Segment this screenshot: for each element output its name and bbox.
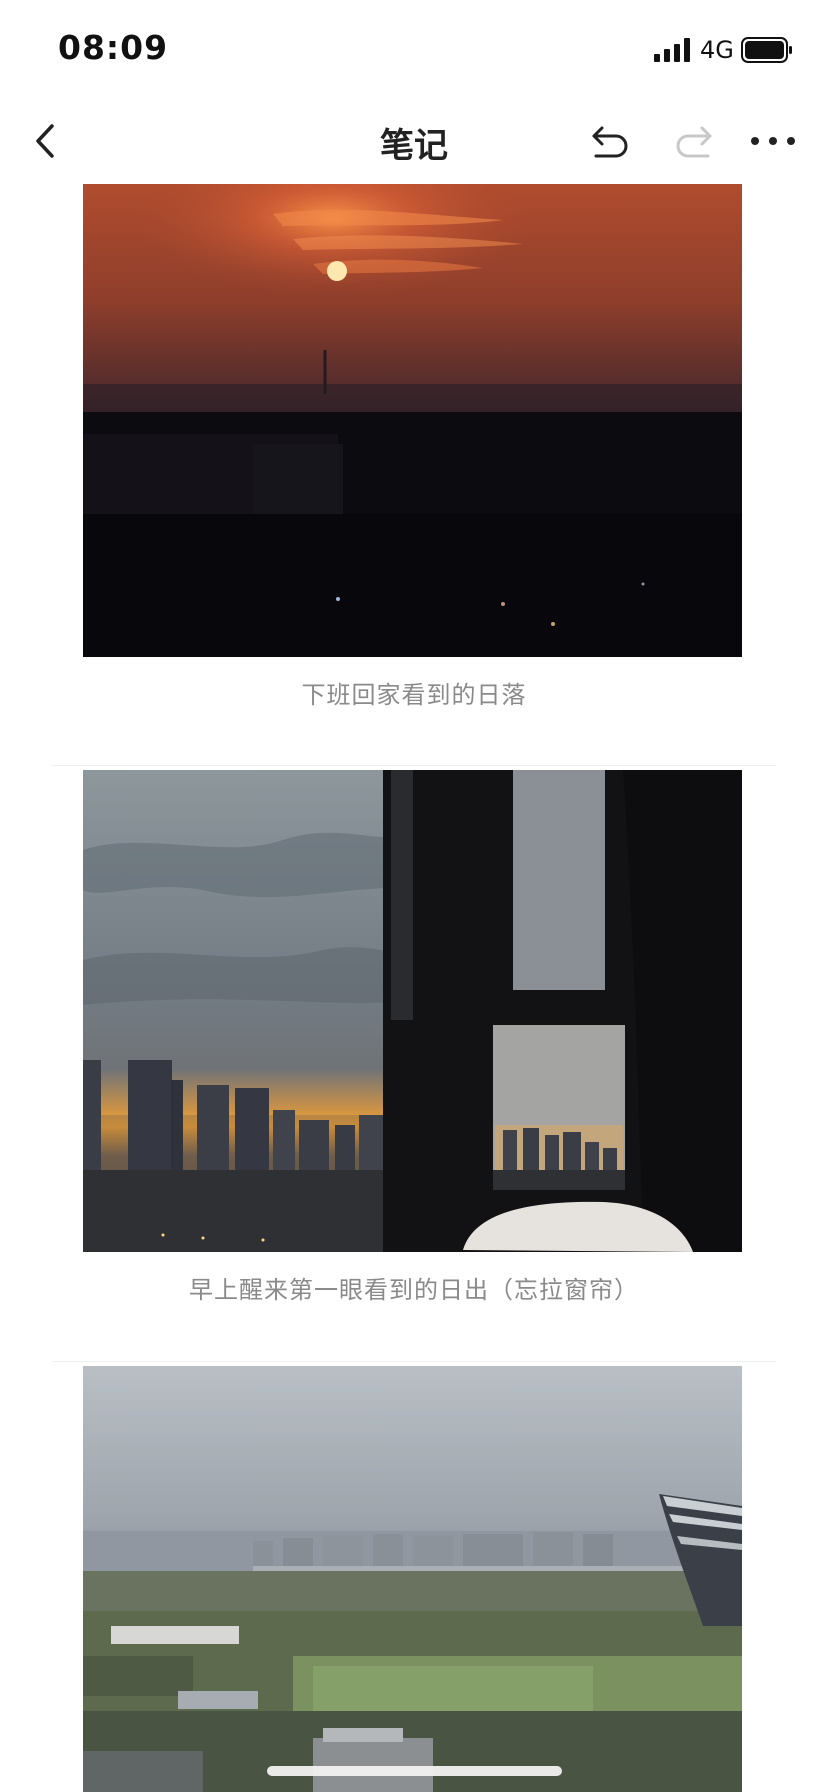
network-type: 4G [700,36,734,64]
photo-caption: 下班回家看到的日落 [301,681,527,709]
home-indicator [267,1766,562,1776]
sunset-image [83,184,742,657]
divider [52,1361,776,1362]
overcast-image [83,1366,742,1792]
note-photo-sunrise[interactable] [83,770,742,1252]
status-bar: 08:09 4G [0,0,828,100]
photo-caption: 早上醒来第一眼看到的日出（忘拉窗帘） [189,1276,639,1304]
note-photo-overcast[interactable] [83,1366,742,1792]
status-time: 08:09 [58,28,169,67]
signal-icon [654,38,690,62]
undo-icon[interactable] [588,120,634,162]
note-photo-sunset[interactable] [83,184,742,657]
more-icon[interactable] [748,128,798,154]
redo-icon[interactable] [670,120,716,162]
nav-bar: 笔记 [0,100,828,184]
sunrise-image [83,770,742,1252]
divider [52,765,776,766]
battery-icon [741,37,792,63]
